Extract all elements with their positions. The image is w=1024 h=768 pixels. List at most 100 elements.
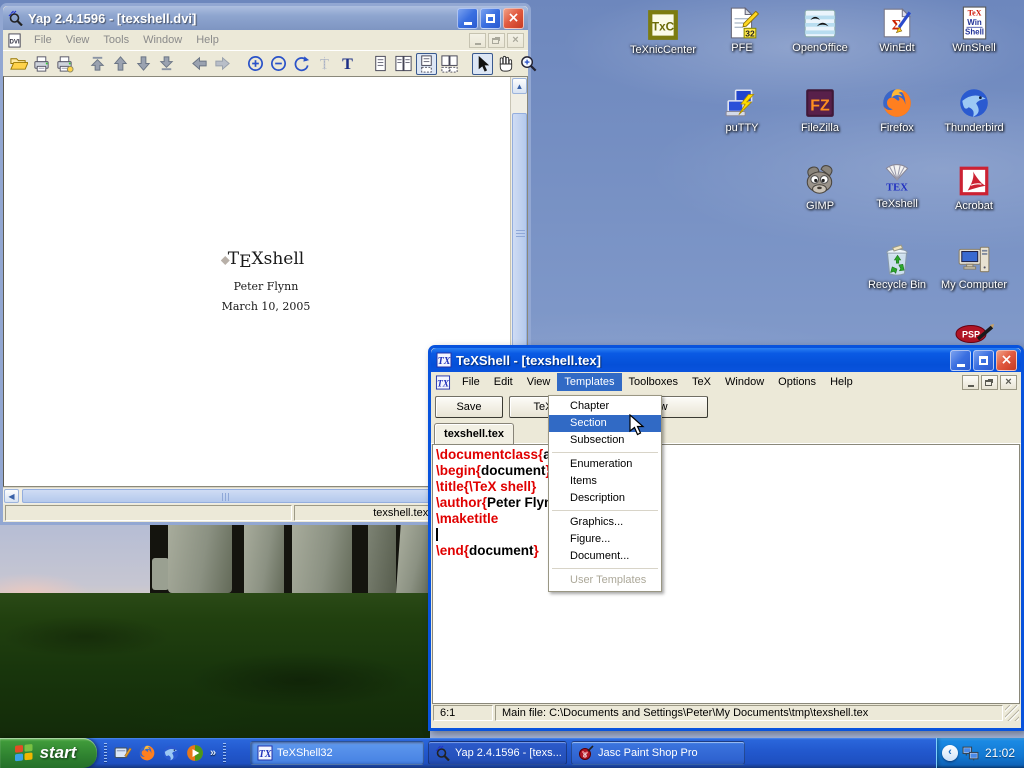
zoom-out-icon[interactable]: [268, 53, 289, 75]
texshell-titlebar[interactable]: TX TeXShell - [texshell.tex] ×: [431, 348, 1021, 372]
quicklaunch-media-player-icon[interactable]: [185, 743, 205, 763]
hand-tool-icon[interactable]: [495, 53, 516, 75]
yap-menu-view[interactable]: View: [59, 31, 97, 49]
start-button[interactable]: start: [0, 738, 97, 768]
tray-collapse-chevron[interactable]: ‹: [942, 745, 958, 761]
mdi-minimize-button[interactable]: [962, 375, 979, 390]
zoom-in-icon[interactable]: [245, 53, 266, 75]
texshell-minimize-button[interactable]: [950, 350, 971, 371]
texshell-menu-file[interactable]: File: [455, 373, 487, 391]
last-page-icon[interactable]: [156, 53, 177, 75]
resize-grip[interactable]: [1005, 705, 1019, 721]
texshell-menu-edit[interactable]: Edit: [487, 373, 520, 391]
yap-maximize-button[interactable]: [480, 8, 501, 29]
desktop-icon-thunderbird[interactable]: Thunderbird: [935, 86, 1013, 134]
menu-item-graphics[interactable]: Graphics...: [549, 514, 661, 531]
print-icon[interactable]: [31, 53, 52, 75]
texshell-menu-window[interactable]: Window: [718, 373, 771, 391]
texshell-menu-options[interactable]: Options: [771, 373, 823, 391]
desktop-icon-psp[interactable]: PSP: [935, 324, 1013, 344]
texshell-editor[interactable]: \documentclass{a\begin{document}\title{\…: [432, 444, 1020, 704]
save-button[interactable]: Save: [435, 396, 503, 418]
scroll-up-button[interactable]: ▲: [512, 78, 527, 94]
magnifier-tool-icon[interactable]: [518, 53, 539, 75]
tab-texshell-tex[interactable]: texshell.tex: [434, 423, 514, 444]
first-page-icon[interactable]: [87, 53, 108, 75]
editor-line[interactable]: \documentclass{a: [436, 447, 1019, 463]
desktop-icon-openoffice[interactable]: OpenOffice: [781, 6, 859, 54]
next-page-icon[interactable]: [133, 53, 154, 75]
texshell-menu-templates[interactable]: Templates: [557, 373, 621, 391]
desktop-icon-pfe[interactable]: 32PFE: [703, 6, 781, 54]
quicklaunch-grip[interactable]: [104, 743, 107, 763]
desktop-icon-winshell[interactable]: TeXWinShellWinShell: [935, 6, 1013, 54]
menu-item-items[interactable]: Items: [549, 473, 661, 490]
yap-menu-file[interactable]: File: [27, 31, 59, 49]
desktop-icon-mycomputer[interactable]: My Computer: [935, 243, 1013, 291]
taskbar-clock[interactable]: 21:02: [985, 746, 1015, 760]
quicklaunch-thunderbird-icon[interactable]: [161, 743, 181, 763]
mdi-restore-button[interactable]: [981, 375, 998, 390]
menu-item-enumeration[interactable]: Enumeration: [549, 456, 661, 473]
texshell-maximize-button[interactable]: [973, 350, 994, 371]
texshell-menu-toolboxes[interactable]: Toolboxes: [622, 373, 686, 391]
desktop-icon-recyclebin[interactable]: Recycle Bin: [858, 243, 936, 291]
menu-item-document[interactable]: Document...: [549, 548, 661, 565]
desktop-icon-firefox[interactable]: Firefox: [858, 86, 936, 134]
refresh-icon[interactable]: [291, 53, 312, 75]
editor-line[interactable]: \title{\TeX shell}: [436, 479, 1019, 495]
desktop-icon-acrobat[interactable]: Acrobat: [935, 164, 1013, 212]
menu-item-figure[interactable]: Figure...: [549, 531, 661, 548]
yap-mdi-minimize[interactable]: [469, 33, 486, 48]
page-single-icon[interactable]: [370, 53, 391, 75]
taskbar-button-jasc-paint-shop-pro[interactable]: 8Jasc Paint Shop Pro: [571, 741, 745, 765]
yap-close-button[interactable]: ×: [503, 8, 524, 29]
forward-icon[interactable]: [212, 53, 233, 75]
yap-minimize-button[interactable]: [457, 8, 478, 29]
texshell-menu-help[interactable]: Help: [823, 373, 860, 391]
page-continuous-icon[interactable]: [416, 53, 437, 75]
print-setup-icon[interactable]: [54, 53, 75, 75]
desktop-icon-texniccenter[interactable]: TxCTeXnicCenter: [624, 8, 702, 56]
menu-item-description[interactable]: Description: [549, 490, 661, 507]
desktop-icon-texshell[interactable]: TEXTeXshell: [858, 162, 936, 210]
quicklaunch-grip[interactable]: [223, 743, 226, 763]
desktop-icon-filezilla[interactable]: FZFileZilla: [781, 86, 859, 134]
yap-mdi-close[interactable]: ×: [507, 33, 524, 48]
taskbar-button-texshell32[interactable]: TXTeXShell32: [250, 741, 424, 765]
editor-line[interactable]: \maketitle: [436, 511, 1019, 527]
texshell-close-button[interactable]: ×: [996, 350, 1017, 371]
desktop-icon-putty[interactable]: puTTY: [703, 86, 781, 134]
taskbar-button-yap-2-4-1596-texs[interactable]: Yap 2.4.1596 - [texs...: [428, 741, 567, 765]
yap-menu-tools[interactable]: Tools: [96, 31, 136, 49]
quicklaunch-firefox-icon[interactable]: [137, 743, 157, 763]
prev-page-icon[interactable]: [110, 53, 131, 75]
select-arrow-icon[interactable]: [472, 53, 493, 75]
ruler-t-icon[interactable]: T: [314, 53, 335, 75]
page-double-icon[interactable]: [393, 53, 414, 75]
yap-menu-window[interactable]: Window: [136, 31, 189, 49]
editor-line[interactable]: [436, 527, 1019, 543]
text-t-icon[interactable]: T: [337, 53, 358, 75]
scroll-left-button[interactable]: ◀: [4, 489, 19, 503]
desktop-icon-winedt[interactable]: ΣWinEdt: [858, 6, 936, 54]
editor-line[interactable]: \begin{document}: [436, 463, 1019, 479]
back-icon[interactable]: [189, 53, 210, 75]
quicklaunch-overflow-chevron[interactable]: »: [210, 747, 216, 759]
menu-item-chapter[interactable]: Chapter: [549, 398, 661, 415]
quicklaunch-show-desktop-icon[interactable]: [113, 743, 133, 763]
scroll-thumb[interactable]: [512, 113, 527, 355]
page-continuous-double-icon[interactable]: [439, 53, 460, 75]
yap-menu-help[interactable]: Help: [189, 31, 226, 49]
network-status-icon[interactable]: [962, 745, 979, 762]
desktop-icon-gimp[interactable]: GIMP: [781, 164, 859, 212]
editor-line[interactable]: \author{Peter Flynn}: [436, 495, 1019, 511]
open-icon[interactable]: [8, 53, 29, 75]
mdi-close-button[interactable]: ×: [1000, 375, 1017, 390]
yap-titlebar[interactable]: Yap 2.4.1596 - [texshell.dvi] ×: [3, 6, 528, 30]
yap-mdi-restore[interactable]: [488, 33, 505, 48]
hscroll-thumb[interactable]: [22, 489, 430, 503]
texshell-menu-view[interactable]: View: [520, 373, 558, 391]
texshell-menu-tex[interactable]: TeX: [685, 373, 718, 391]
editor-line[interactable]: \end{document}: [436, 543, 1019, 559]
